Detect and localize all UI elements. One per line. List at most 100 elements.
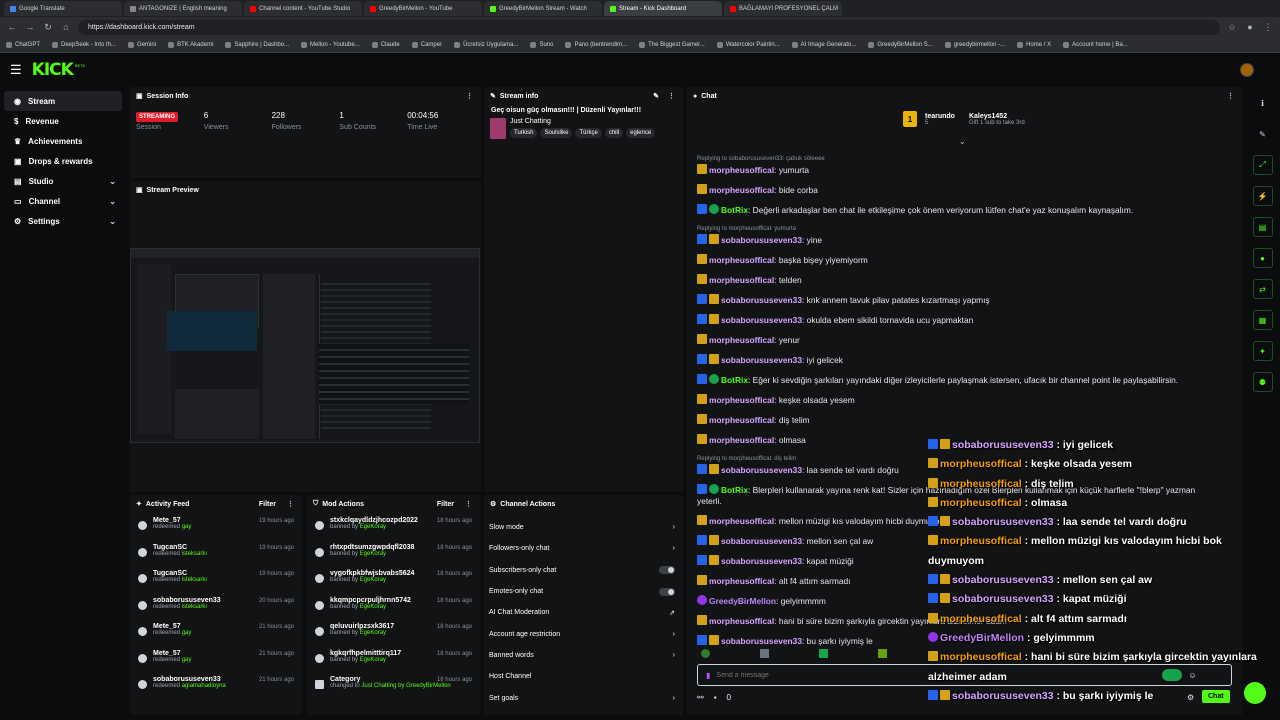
swap-icon[interactable]: ⇄ [1252, 279, 1273, 299]
chat-username[interactable]: morpheusoffical [709, 415, 774, 425]
chat-username[interactable]: BotRix [721, 485, 748, 495]
bookmark-item[interactable]: GreedyBirMellon S... [868, 41, 933, 48]
sidebar-item-achievements[interactable]: ♛ Achievements [4, 131, 122, 151]
activity-row[interactable]: Mete_57 redeemed gay 19 hours ago [130, 513, 302, 540]
stream-preview-video[interactable] [130, 248, 480, 443]
chat-username[interactable]: sobaborususeven33 [721, 465, 802, 475]
chat-username[interactable]: sobaborususeven33 [721, 315, 802, 325]
chat-username[interactable]: sobaborususeven33 [721, 355, 802, 365]
emote-icon[interactable] [819, 649, 828, 658]
bookmark-item[interactable]: Account home | Ba... [1063, 41, 1128, 48]
tag-chip[interactable]: Türkçe [575, 128, 602, 138]
tag-chip[interactable]: Soulslike [540, 128, 573, 138]
channel-action-row[interactable]: Slow mode › [484, 517, 683, 538]
mod-row[interactable]: kgkqrfhpelmitttirq117 banned by EgeKoray 1… [307, 646, 480, 673]
more-icon[interactable]: ⋮ [287, 500, 294, 508]
chat-username[interactable]: sobaborususeven33 [721, 536, 802, 546]
hamburger-icon[interactable]: ☰ [10, 62, 22, 78]
chat-message[interactable]: morpheusoffical: yenur [697, 334, 1209, 346]
mod-row[interactable]: kkqmpcpcrpuljhrnn5742 banned by EgeKoray 1… [307, 593, 480, 620]
chat-message[interactable]: morpheusoffical: diş telim [697, 414, 1209, 426]
chat-message[interactable]: BotRix: Eğer ki sevdiğin şarkıları yayın… [697, 374, 1209, 386]
chat-message[interactable]: morpheusoffical: yumurta [697, 164, 1209, 176]
back-icon[interactable]: ← [6, 21, 18, 33]
sidebar-item-channel[interactable]: ▭ Channel ⌄ [4, 191, 122, 211]
archive-icon[interactable]: ▦ [1252, 310, 1273, 330]
activity-row[interactable]: Mete_57 redeemed gay 21 hours ago [130, 646, 302, 673]
sidebar-item-stream[interactable]: ◉ Stream [4, 91, 122, 111]
activity-row[interactable]: Mete_57 redeemed gay 21 hours ago [130, 619, 302, 646]
menu-icon[interactable]: ⋮ [1262, 21, 1274, 33]
bookmark-item[interactable]: Watercolor Paintin... [716, 41, 780, 48]
mod-row[interactable]: rhtxpdtsumzgwpdqfl2038 banned by EgeKoray… [307, 540, 480, 567]
home-icon[interactable]: ⌂ [60, 21, 72, 33]
more-icon[interactable]: ⋮ [466, 92, 473, 100]
chat-username[interactable]: morpheusoffical [709, 616, 774, 626]
info-icon[interactable]: ℹ [1253, 93, 1273, 113]
chat-username[interactable]: morpheusoffical [709, 576, 774, 586]
activity-row[interactable]: sobaborususeven33 redeemed agiamahadioyna… [130, 672, 302, 699]
tag-chip[interactable]: eglence [626, 128, 656, 138]
chat-username[interactable]: morpheusoffical [709, 395, 774, 405]
bookmark-item[interactable]: ChatGPT [6, 41, 40, 48]
chat-username[interactable]: morpheusoffical [709, 165, 774, 175]
expand-icon[interactable]: ⤢ [1252, 155, 1273, 175]
kick-logo[interactable]: KICK [32, 60, 74, 80]
mic-icon[interactable]: ▮ [706, 671, 710, 680]
sidebar-item-settings[interactable]: ⚙ Settings ⌄ [4, 211, 122, 231]
toggle-switch[interactable] [659, 566, 675, 575]
browser-tab[interactable]: Google Translate [4, 1, 122, 16]
wrench-icon[interactable]: ✦ [1252, 341, 1273, 361]
chat-username[interactable]: morpheusoffical [709, 335, 774, 345]
chat-message[interactable]: sobaborususeven33: okulda ebem sikildi t… [697, 314, 1209, 326]
chat-bubble-icon[interactable]: ● [1252, 248, 1273, 268]
chat-message[interactable]: BotRix: Değerli arkadaşlar ben chat ile … [697, 204, 1209, 216]
activity-row[interactable]: TugcanSC redeemed isteksarkı 19 hours ago [130, 566, 302, 593]
chat-fab-button[interactable] [1244, 682, 1266, 704]
emote-icon[interactable] [878, 649, 887, 658]
chat-message[interactable]: morpheusoffical: keşke olsada yesem [697, 394, 1209, 406]
bookmark-item[interactable]: Camper [411, 41, 442, 48]
toggle-switch[interactable] [659, 587, 675, 596]
bookmark-item[interactable]: Sapphire | Dashbo... [225, 41, 289, 48]
more-icon[interactable]: ⋮ [668, 92, 675, 100]
sidebar-item-revenue[interactable]: $ Revenue [4, 111, 122, 131]
chat-username[interactable]: morpheusoffical [709, 435, 774, 445]
chat-username[interactable]: sobaborususeven33 [721, 636, 802, 646]
url-input[interactable]: https://dashboard.kick.com/stream [78, 19, 1220, 35]
bookmark-item[interactable]: Ücretsiz Uygulama... [454, 41, 518, 48]
pin-chevron-icon[interactable]: ⌄ [959, 137, 966, 146]
chat-message[interactable]: sobaborususeven33: knk annem tavuk pilav… [697, 294, 1209, 306]
channel-action-row[interactable]: Host Channel [484, 666, 683, 687]
channel-action-row[interactable]: Emotes-only chat [484, 581, 683, 602]
chat-message[interactable]: sobaborususeven33: yine [697, 234, 1209, 246]
emote-icon[interactable] [760, 649, 769, 658]
browser-tab[interactable]: GreedyBirMellon Stream - Watch [484, 1, 602, 16]
sidebar-item-studio[interactable]: ▤ Studio ⌄ [4, 171, 122, 191]
browser-tab[interactable]: Channel content - YouTube Studio [244, 1, 362, 16]
channel-action-row[interactable]: AI Chat Moderation ⇗ [484, 602, 683, 623]
filter-button[interactable]: Filter [437, 501, 454, 508]
chat-message[interactable]: sobaborususeven33: iyi gelicek [697, 354, 1209, 366]
sidebar-item-drops[interactable]: ▣ Drops & rewards [4, 151, 122, 171]
forward-icon[interactable]: → [24, 21, 36, 33]
channel-action-row[interactable]: Account age restriction › [484, 623, 683, 644]
mod-row[interactable]: stxkclqaydldzjhcozpd2022 banned by EgeKor… [307, 513, 480, 540]
bookmark-item[interactable]: greedybirmellon -... [944, 41, 1005, 48]
tag-chip[interactable]: Turkish [510, 128, 538, 138]
chat-message[interactable]: morpheusoffical: bide corba [697, 184, 1209, 196]
mod-row[interactable]: Category changed to Just Chatting by Gree… [307, 672, 480, 699]
chat-username[interactable]: morpheusoffical [709, 516, 774, 526]
chat-username[interactable]: BotRix [721, 375, 748, 385]
bookmark-item[interactable]: Home / X [1017, 41, 1051, 48]
channel-action-row[interactable]: Banned words › [484, 645, 683, 666]
bookmark-item[interactable]: BTK Akademi [168, 41, 213, 48]
pencil-icon[interactable]: ✎ [1253, 124, 1273, 144]
chat-username[interactable]: morpheusoffical [709, 275, 774, 285]
chat-username[interactable]: BotRix [721, 205, 748, 215]
mod-row[interactable]: qeluvuirlpzsxk3617 banned by EgeKoray 18 h… [307, 619, 480, 646]
tag-chip[interactable]: chill [604, 128, 624, 138]
channel-action-row[interactable]: Subscribers-only chat [484, 560, 683, 581]
more-icon[interactable]: ⋮ [1227, 92, 1234, 100]
bookmark-item[interactable]: Gemini [128, 41, 156, 48]
